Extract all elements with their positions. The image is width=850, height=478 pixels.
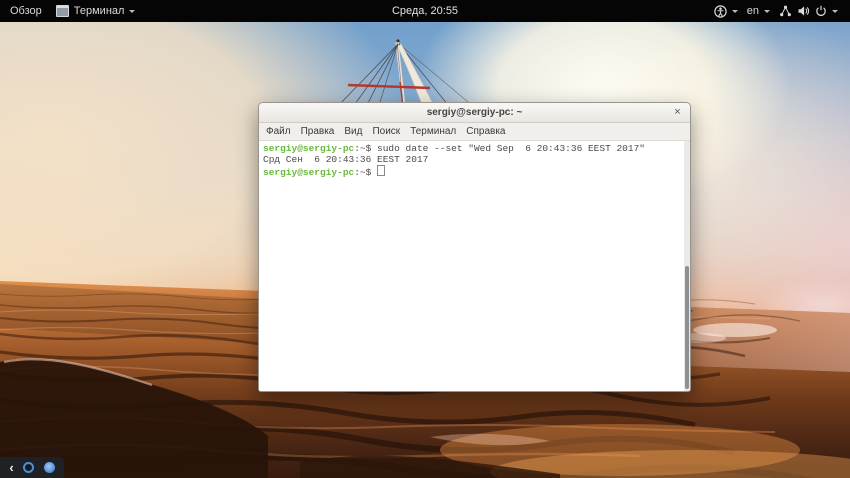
chevron-down-icon [832,10,838,13]
menu-file[interactable]: Файл [266,126,291,137]
chevron-down-icon [129,10,135,13]
accessibility-menu[interactable] [714,5,738,18]
menu-search[interactable]: Поиск [372,126,400,137]
activities-button[interactable]: Обзор [10,5,42,17]
network-icon [779,5,792,17]
terminal-window: sergiy@sergiy-pc: ~ × Файл Правка Вид По… [258,102,691,392]
clock[interactable]: Среда, 20:55 [392,5,458,17]
close-button[interactable]: × [671,106,684,119]
ring-icon[interactable] [23,462,34,473]
bottom-overlay-bar: ‹ [0,457,64,478]
terminal-line-prompt: sergiy@sergiy-pc:~$ [263,165,690,178]
window-titlebar[interactable]: sergiy@sergiy-pc: ~ × [259,103,690,123]
activities-label: Обзор [10,5,42,17]
scrollbar-track[interactable] [684,141,690,391]
terminal-line-command: sergiy@sergiy-pc:~$ sudo date --set "Wed… [263,143,690,154]
scrollbar-thumb[interactable] [685,266,689,389]
chevron-left-icon[interactable]: ‹ [9,461,13,474]
menu-edit[interactable]: Правка [301,126,335,137]
chevron-down-icon [732,10,738,13]
command-text: sudo date --set "Wed Sep 6 20:43:36 EEST… [377,143,645,154]
window-title: sergiy@sergiy-pc: ~ [427,107,523,118]
app-menu-label: Терминал [74,5,125,17]
app-menu[interactable]: Терминал [56,5,136,17]
prompt-user: sergiy@sergiy-pc [263,143,354,154]
power-icon [815,5,827,17]
gnome-top-bar: Обзор Терминал Среда, 20:55 en [0,0,850,22]
chevron-down-icon [764,10,770,13]
keyboard-layout-menu[interactable]: en [747,5,770,17]
terminal-line-output: Срд Сен 6 20:43:36 EEST 2017 [263,154,690,165]
terminal-cursor [377,165,385,176]
terminal-app-icon [56,5,69,17]
menu-help[interactable]: Справка [466,126,505,137]
system-menu[interactable] [779,5,838,17]
menu-terminal[interactable]: Терминал [410,126,456,137]
terminal-content[interactable]: sergiy@sergiy-pc:~$ sudo date --set "Wed… [259,141,690,391]
keyboard-layout-label: en [747,5,759,17]
volume-icon [797,5,810,17]
prompt-suffix: :~$ [354,143,377,154]
prompt-user: sergiy@sergiy-pc [263,167,354,178]
prompt-suffix: :~$ [354,167,377,178]
menu-view[interactable]: Вид [344,126,362,137]
dot-icon[interactable] [44,462,55,473]
menu-bar: Файл Правка Вид Поиск Терминал Справка [259,123,690,141]
accessibility-icon [714,5,727,18]
